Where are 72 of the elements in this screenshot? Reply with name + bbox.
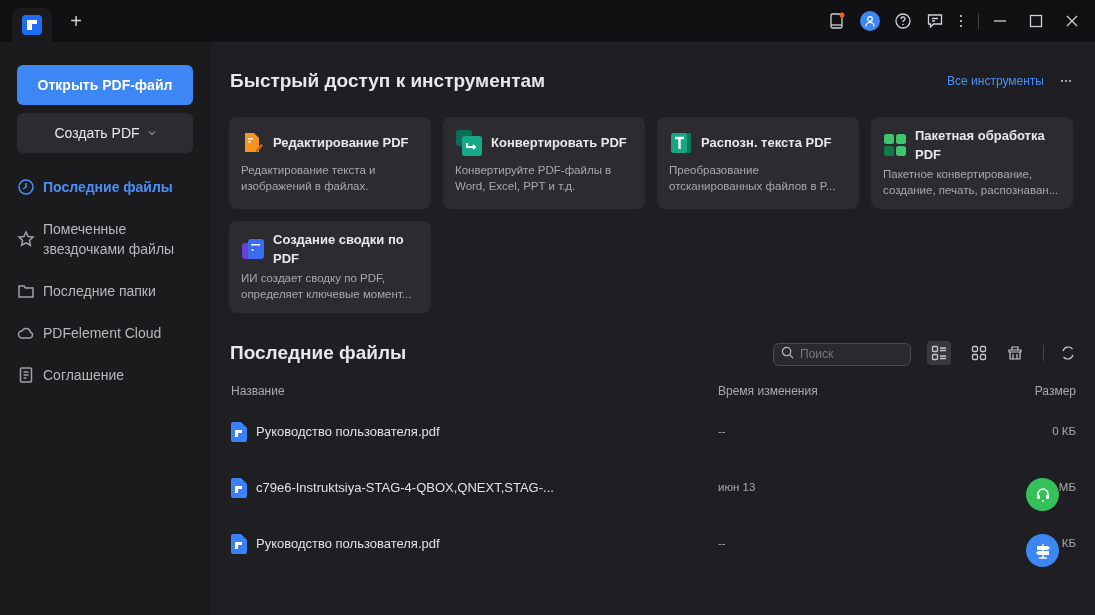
clock-icon — [17, 178, 35, 196]
pdf-file-icon — [231, 534, 247, 554]
tool-title: Редактирование PDF — [273, 134, 409, 152]
sidebar-item[interactable]: Последние папки — [17, 277, 193, 305]
list-view-button[interactable] — [927, 340, 951, 365]
app-tab[interactable] — [12, 8, 52, 42]
tool-card[interactable]: Распозн. текста PDF Преобразование отсканированных файлов в P... — [657, 116, 859, 209]
sidebar-item[interactable]: PDFelement Cloud — [17, 319, 193, 347]
tool-title: Конвертировать PDF — [491, 134, 627, 152]
tool-card[interactable]: Пакетная обработка PDF Пакетное конвертирование, создание, печать, распознаван... — [871, 116, 1073, 209]
tool-card[interactable]: Редактирование PDF Редактирование текста и изображений в файлах. — [229, 116, 431, 209]
section-title: Быстрый доступ к инструментам — [230, 69, 547, 93]
file-name: Руководство пользователя.pdf — [256, 423, 440, 442]
chevron-down-icon — [147, 129, 156, 137]
tool-title: Распозн. текста PDF — [701, 134, 832, 152]
file-name: c79e6-Instruktsiya-STAG-4-QBOX,QNEXT,STAG-... — [256, 479, 554, 498]
new-tab-button[interactable]: + — [64, 9, 88, 33]
broom-icon[interactable] — [1007, 344, 1023, 361]
tool-description: Редактирование текста и изображений в файлах. — [241, 162, 377, 194]
tool-title: Создание сводки по PDF — [273, 230, 405, 268]
convert-icon — [455, 128, 483, 157]
help-icon[interactable] — [894, 12, 912, 30]
tool-card[interactable]: Конвертировать PDF Конвертируйте PDF-файлы в Word, Excel, PPT и т.д. — [443, 116, 645, 209]
file-size: 0 КБ — [1052, 424, 1076, 440]
file-size: КБ — [1061, 536, 1076, 552]
refresh-icon[interactable] — [1060, 344, 1076, 361]
pdf-file-icon — [231, 422, 247, 442]
section-title: Последние файлы — [230, 340, 408, 365]
file-name: Руководство пользователя.pdf — [256, 535, 440, 554]
summary-icon — [241, 236, 265, 261]
pdf-file-icon — [231, 478, 247, 498]
star-icon — [17, 230, 35, 248]
support-button[interactable] — [1026, 478, 1059, 511]
column-header: Время изменения — [718, 383, 819, 400]
tool-description: ИИ создает сводку по PDF, определяет ключевые момент... — [241, 270, 413, 302]
tool-title: Пакетная обработка PDF — [915, 126, 1046, 164]
close-icon[interactable] — [1065, 14, 1079, 28]
signpost-icon — [1034, 542, 1051, 559]
folder-icon — [17, 282, 35, 300]
all-tools-link[interactable]: Все инструменты — [947, 72, 1044, 91]
feedback-icon[interactable] — [926, 12, 944, 30]
file-row[interactable]: Руководство пользователя.pdf -- 0 КБ — [229, 404, 1076, 460]
tool-card[interactable]: Создание сводки по PDF ИИ создает сводку по PDF, определяет ключевые момент... — [229, 220, 431, 313]
text-recognition-icon — [669, 130, 693, 155]
column-header: Название — [231, 383, 286, 400]
modified-time: -- — [718, 536, 727, 552]
file-row[interactable]: Руководство пользователя.pdf -- КБ — [229, 516, 1076, 572]
tablet-notification-icon[interactable] — [828, 12, 846, 30]
app-logo-icon — [22, 15, 42, 35]
maximize-icon[interactable] — [1029, 14, 1043, 28]
batch-grid-icon — [883, 132, 907, 157]
tool-description: Пакетное конвертирование, создание, печать, распознаван... — [883, 166, 1060, 198]
sidebar-item[interactable]: Соглашение — [17, 361, 193, 389]
tool-description: Конвертируйте PDF-файлы в Word, Excel, PPT и т.д. — [455, 162, 613, 194]
user-icon — [864, 15, 876, 27]
document-icon — [17, 366, 35, 384]
open-pdf-button[interactable]: Открыть PDF-файл — [17, 65, 193, 105]
modified-time: июн 13 — [718, 480, 757, 496]
search-field[interactable]: Поиск — [773, 342, 911, 366]
sidebar-item[interactable]: Последние файлы — [17, 173, 193, 201]
file-size: МБ — [1058, 480, 1076, 496]
modified-time: -- — [718, 424, 727, 440]
tool-description: Преобразование отсканированных файлов в P... — [669, 162, 837, 194]
search-icon — [781, 346, 794, 360]
user-avatar[interactable] — [860, 11, 880, 31]
more-vertical-icon[interactable] — [958, 13, 964, 29]
headset-icon — [1034, 486, 1051, 503]
create-pdf-button[interactable]: Создать PDF — [17, 113, 193, 153]
guide-button[interactable] — [1026, 534, 1059, 567]
column-header: Размер — [1033, 383, 1076, 400]
file-row[interactable]: c79e6-Instruktsiya-STAG-4-QBOX,QNEXT,STAG-... июн 13 МБ — [229, 460, 1076, 516]
sidebar-item[interactable]: Помеченные звездочками файлы — [17, 215, 193, 263]
